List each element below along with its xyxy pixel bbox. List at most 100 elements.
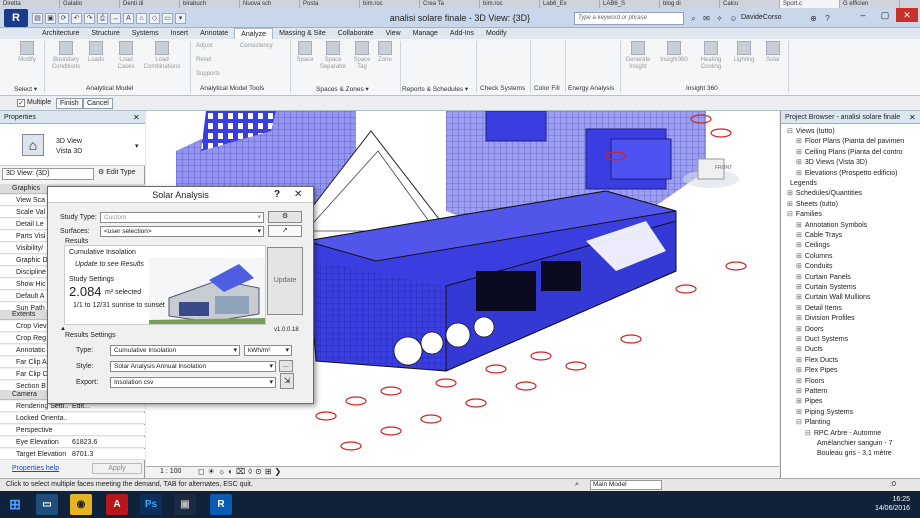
browser-tree-item[interactable]: ⊞ Cable Trays [796,231,842,241]
filter-icon[interactable]: ⌕ [575,479,579,491]
browser-tab[interactable]: Crea Ta [420,0,480,8]
help-icon[interactable]: ? [822,13,833,24]
panel-spaces-zones[interactable]: Spaces & Zones ▾ [316,85,369,93]
save-icon[interactable]: ▣ [45,13,56,24]
browser-tab[interactable]: LAB6_S [600,0,660,8]
study-type-select[interactable]: Custom [100,212,264,223]
space-tag-button[interactable]: Space Tag [350,41,374,71]
application-icon[interactable]: ▣ [174,494,196,515]
scale-selector[interactable]: 1 : 100 [160,468,181,475]
measure-icon[interactable]: ↔ [110,13,121,24]
browser-tree-item[interactable]: ⊟ Views (tutto) [787,127,835,137]
autocad-icon[interactable]: A [106,494,128,515]
expand-icon[interactable]: ⊞ [796,294,802,301]
browser-tab[interactable]: Lab6_Ex [540,0,600,8]
redo-icon[interactable]: ↷ [84,13,95,24]
expand-icon[interactable]: ⊞ [796,284,802,291]
user-icon[interactable]: ☺ [728,13,739,24]
expand-icon[interactable]: ⊞ [796,138,802,145]
export-icon[interactable]: ⇲ [280,373,294,389]
expand-icon[interactable]: ⊞ [796,305,802,312]
communication-icon[interactable]: ✧ [714,13,725,24]
close-icon[interactable]: ✕ [294,189,302,200]
browser-tree-item[interactable]: Bouleau gris - 3,1 mètre [814,449,892,459]
space-separator-button[interactable]: Space Separator [316,41,350,71]
cancel-button[interactable]: Cancel [83,98,113,109]
solar-button[interactable]: Solar [762,41,784,64]
load-cases-button[interactable]: Load Cases [112,41,140,71]
expand-icon[interactable]: ⊞ [787,201,793,208]
chevron-down-icon[interactable]: ▾ [135,142,139,150]
expand-icon[interactable]: ⊞ [796,398,802,405]
browser-tree-item[interactable]: ⊞ Floors [796,377,824,387]
ribbon-tab-systems[interactable]: Systems [126,28,165,39]
text-icon[interactable]: A [123,13,134,24]
browser-tree-item[interactable]: ⊞ Pipes [796,397,822,407]
insight360-button[interactable]: Insight360 [656,41,692,64]
browser-tree-item[interactable]: ⊞ 3D Views (Vista 3D) [796,158,867,168]
user-name[interactable]: DavideCorso [741,14,781,21]
property-row[interactable]: Perspective [0,425,145,436]
load-combinations-button[interactable]: Load Combinations [140,41,184,71]
expand-icon[interactable]: ⊞ [796,263,802,270]
modify-button[interactable]: Modify [14,41,40,64]
multiple-checkbox[interactable]: ✓ [17,99,25,107]
browser-tree-item[interactable]: ⊞ Flex Ducts [796,356,838,366]
browser-tab[interactable]: G efficien [840,0,900,8]
zone-button[interactable]: Zone [374,41,396,64]
expand-icon[interactable]: ⊞ [787,190,793,197]
browser-tab[interactable]: Posta [300,0,360,8]
edit-type-button[interactable]: ⚙ Edit Type [98,168,135,176]
lighting-button[interactable]: Lighting [728,41,760,64]
browser-tree-item[interactable]: Amélanchier sanguin - 7 [814,439,893,449]
main-model-select[interactable]: Main Model [590,480,662,490]
browser-tree-item[interactable]: ⊞ Piping Systems [796,408,853,418]
property-row[interactable]: Locked Orienta... [0,413,145,424]
expand-icon[interactable]: ⊞ [796,378,802,385]
chrome-icon[interactable]: ◉ [70,494,92,515]
browser-tab[interactable]: bim.roc [360,0,420,8]
collapse-icon[interactable]: ⊟ [805,430,811,437]
style-more-button[interactable]: ... [279,360,293,372]
close-icon[interactable]: ✕ [133,113,140,122]
application-menu-button[interactable]: R [4,9,28,27]
expand-icon[interactable]: ⊞ [796,409,802,416]
generate-insight-button[interactable]: Generate Insight [622,41,654,71]
photoshop-icon[interactable]: Ps [140,494,162,515]
browser-tree-item[interactable]: ⊞ Schedules/Quantities [787,189,862,199]
help-icon[interactable]: ? [274,189,280,200]
expand-icon[interactable]: ⊞ [796,357,802,364]
ribbon-tab-manage[interactable]: Manage [407,28,444,39]
boundary-conditions-button[interactable]: Boundary Conditions [48,41,84,71]
expand-icon[interactable]: ⊞ [796,242,802,249]
browser-tab[interactable]: Diretta [0,0,60,8]
viewcube[interactable]: FRONT [715,165,732,171]
apply-button[interactable]: Apply [92,463,142,474]
ribbon-tab-add-ins[interactable]: Add-Ins [444,28,480,39]
browser-tab[interactable]: bim.roc [480,0,540,8]
export-select[interactable]: Insolation csv [110,377,276,388]
browser-tree-item[interactable]: ⊞ Curtain Panels [796,273,851,283]
collapse-icon[interactable]: ⊟ [787,128,793,135]
ribbon-tab-architecture[interactable]: Architecture [36,28,85,39]
open-icon[interactable]: ▤ [32,13,43,24]
browser-tree-item[interactable]: ⊞ Curtain Wall Mullions [796,293,870,303]
switch-windows-icon[interactable]: ▾ [175,13,186,24]
property-row[interactable]: Target Elevation 8701.3 [0,449,145,460]
browser-tree-item[interactable]: ⊞ Doors [796,325,824,335]
ribbon-tab-annotate[interactable]: Annotate [194,28,234,39]
browser-tree-item[interactable]: ⊞ Ceilings [796,241,830,251]
finish-button[interactable]: Finish [56,98,83,109]
sync-icon[interactable]: ⟳ [58,13,69,24]
browser-tree-item[interactable]: ⊞ Elevations (Prospetto edificio) [796,169,897,179]
exchange-apps-icon[interactable]: ⊕ [808,13,819,24]
ribbon-tab-massing-site[interactable]: Massing & Site [273,28,332,39]
minimize-button[interactable]: – [852,8,874,22]
browser-tree-item[interactable]: ⊞ Curtain Systems [796,283,856,293]
collapse-icon[interactable]: ⊟ [796,419,802,426]
expand-icon[interactable]: ⊞ [796,170,802,177]
instance-type-selector[interactable]: 3D View: {3D} [2,168,94,180]
settings-icon[interactable]: ⚙ [268,211,302,223]
expand-icon[interactable]: ⊞ [796,315,802,322]
close-icon[interactable]: ✕ [909,113,916,122]
